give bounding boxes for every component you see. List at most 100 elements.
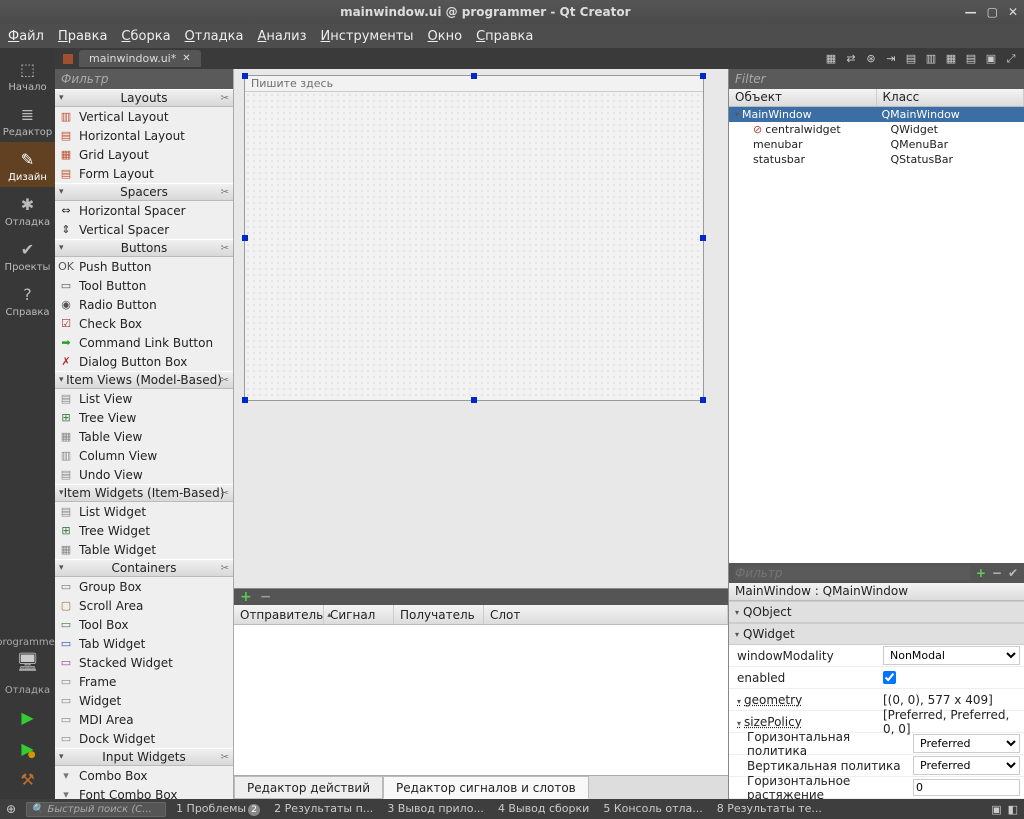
property-value-select[interactable]: NonModal <box>883 646 1020 665</box>
widget-item[interactable]: ⊞Tree Widget <box>55 521 233 540</box>
resize-handle[interactable] <box>242 73 248 79</box>
widget-item[interactable]: ☑Check Box <box>55 314 233 333</box>
widget-category[interactable]: ▾Item Widgets (Item-Based)✂ <box>55 484 233 502</box>
menu-отладка[interactable]: Отладка <box>185 29 244 44</box>
status-pane-button[interactable]: 2 Результаты п... <box>274 802 373 816</box>
signals-tab[interactable]: Редактор сигналов и слотов <box>383 776 589 799</box>
resize-handle[interactable] <box>471 397 477 403</box>
widget-item[interactable]: ➡Command Link Button <box>55 333 233 352</box>
run-button[interactable]: ▶ <box>21 708 33 727</box>
activity-справка[interactable]: ?Справка <box>0 277 55 322</box>
widget-category[interactable]: ▾Containers✂ <box>55 559 233 577</box>
property-filter[interactable] <box>735 566 970 580</box>
status-pane-button[interactable]: 3 Вывод прило... <box>387 802 484 816</box>
menu-окно[interactable]: Окно <box>428 29 463 44</box>
close-button[interactable]: ✕ <box>1008 5 1018 19</box>
object-tree-row[interactable]: menubarQMenuBar <box>729 137 1024 152</box>
property-row[interactable]: Горизонтальное растяжение <box>729 777 1024 799</box>
signals-column-header[interactable]: Получатель <box>394 605 484 624</box>
widget-category[interactable]: ▾Layouts✂ <box>55 89 233 107</box>
vlayout-icon[interactable]: ▥ <box>924 52 938 66</box>
target-selector-icon[interactable]: 🖥 <box>16 652 39 673</box>
form-canvas[interactable]: Пишите здесь <box>234 69 728 588</box>
menu-правка[interactable]: Правка <box>58 29 107 44</box>
menu-инструменты[interactable]: Инструменты <box>320 29 413 44</box>
widget-item[interactable]: ▦Grid Layout <box>55 145 233 164</box>
form-window[interactable]: Пишите здесь <box>244 75 704 401</box>
widget-category[interactable]: ▾Spacers✂ <box>55 183 233 201</box>
widget-item[interactable]: ▭Tab Widget <box>55 634 233 653</box>
configure-properties-button[interactable]: ✔ <box>1008 566 1018 580</box>
grid-icon[interactable]: ▦ <box>944 52 958 66</box>
resize-handle[interactable] <box>700 235 706 241</box>
resize-handle[interactable] <box>700 73 706 79</box>
widgetbox-filter[interactable]: Фильтр <box>55 69 233 89</box>
widget-item[interactable]: ◉Radio Button <box>55 295 233 314</box>
widget-item[interactable]: ▦Table View <box>55 427 233 446</box>
widget-item[interactable]: ▤Horizontal Layout <box>55 126 233 145</box>
remove-property-button[interactable]: − <box>992 566 1002 580</box>
widget-item[interactable]: ✗Dialog Button Box <box>55 352 233 371</box>
widget-item[interactable]: ▭Tool Box <box>55 615 233 634</box>
activity-проекты[interactable]: ✔Проекты <box>0 232 55 277</box>
menu-файл[interactable]: Файл <box>8 29 44 44</box>
signals-column-header[interactable]: Отправитель ▴ <box>234 605 324 624</box>
status-pane-button[interactable]: 5 Консоль отла... <box>603 802 702 816</box>
widget-category[interactable]: ▾Buttons✂ <box>55 239 233 257</box>
object-column-header[interactable]: Класс <box>877 89 1024 106</box>
status-pane-button[interactable]: 8 Результаты те... <box>717 802 822 816</box>
signals-column-header[interactable]: Слот <box>484 605 728 624</box>
locator-icon[interactable]: ⊕ <box>6 802 16 816</box>
property-row[interactable]: Горизонтальная политикаPreferred <box>729 733 1024 755</box>
widget-category[interactable]: ▾Input Widgets✂ <box>55 748 233 766</box>
quick-search[interactable]: 🔍Быстрый поиск (C... <box>26 802 166 817</box>
object-tree-row[interactable]: ▾ MainWindowQMainWindow <box>729 107 1024 122</box>
widget-item[interactable]: ⇕Vertical Spacer <box>55 220 233 239</box>
widget-item[interactable]: ▭Group Box <box>55 577 233 596</box>
activity-редактор[interactable]: ≣Редактор <box>0 97 55 142</box>
widget-item[interactable]: ▭Tool Button <box>55 276 233 295</box>
widget-item[interactable]: ▭Dock Widget <box>55 729 233 748</box>
widget-item[interactable]: ▥Vertical Layout <box>55 107 233 126</box>
status-pane-button[interactable]: 4 Вывод сборки <box>498 802 589 816</box>
object-column-header[interactable]: Объект <box>729 89 877 106</box>
signals-tab[interactable]: Редактор действий <box>234 776 383 799</box>
activity-дизайн[interactable]: ✎Дизайн <box>0 142 55 187</box>
signals-column-header[interactable]: Сигнал <box>324 605 394 624</box>
property-value-select[interactable]: Preferred <box>913 734 1020 753</box>
widget-item[interactable]: ▢Scroll Area <box>55 596 233 615</box>
adjust-size-icon[interactable]: ⤢ <box>1004 52 1018 66</box>
editor-tab[interactable]: mainwindow.ui* ✕ <box>79 50 201 67</box>
menu-справка[interactable]: Справка <box>476 29 533 44</box>
widget-item[interactable]: ▾Font Combo Box <box>55 785 233 799</box>
form-layout-icon[interactable]: ▤ <box>964 52 978 66</box>
resize-handle[interactable] <box>242 397 248 403</box>
widget-item[interactable]: ⇔Horizontal Spacer <box>55 201 233 220</box>
remove-connection-button[interactable]: − <box>260 589 272 605</box>
add-property-button[interactable]: + <box>976 566 986 580</box>
object-tree-row[interactable]: statusbarQStatusBar <box>729 152 1024 167</box>
minimize-button[interactable]: — <box>965 5 977 19</box>
signals-body[interactable] <box>234 625 728 775</box>
widget-item[interactable]: ▤Undo View <box>55 465 233 484</box>
object-filter[interactable]: Filter <box>729 69 1024 89</box>
edit-signals-icon[interactable]: ⇄ <box>844 52 858 66</box>
property-value-text[interactable] <box>913 779 1020 796</box>
close-tab-icon[interactable]: ✕ <box>182 53 190 64</box>
maximize-button[interactable]: ▢ <box>987 5 998 19</box>
property-group[interactable]: ▾QWidget <box>729 623 1024 645</box>
resize-handle[interactable] <box>471 73 477 79</box>
object-tree[interactable]: ▾ MainWindowQMainWindow⊘ centralwidgetQW… <box>729 107 1024 167</box>
object-tree-row[interactable]: ⊘ centralwidgetQWidget <box>729 122 1024 137</box>
widget-item[interactable]: ▥Column View <box>55 446 233 465</box>
build-button[interactable]: ⚒ <box>20 770 34 789</box>
property-value-check[interactable] <box>883 671 896 684</box>
activity-отладка[interactable]: ✱Отладка <box>0 187 55 232</box>
add-connection-button[interactable]: + <box>240 589 252 605</box>
property-group[interactable]: ▾QObject <box>729 601 1024 623</box>
status-pane-button[interactable]: 1 Проблемы2 <box>176 802 260 816</box>
menu-анализ[interactable]: Анализ <box>257 29 306 44</box>
widget-item[interactable]: ▭Widget <box>55 691 233 710</box>
resize-handle[interactable] <box>242 235 248 241</box>
break-layout-icon[interactable]: ▣ <box>984 52 998 66</box>
